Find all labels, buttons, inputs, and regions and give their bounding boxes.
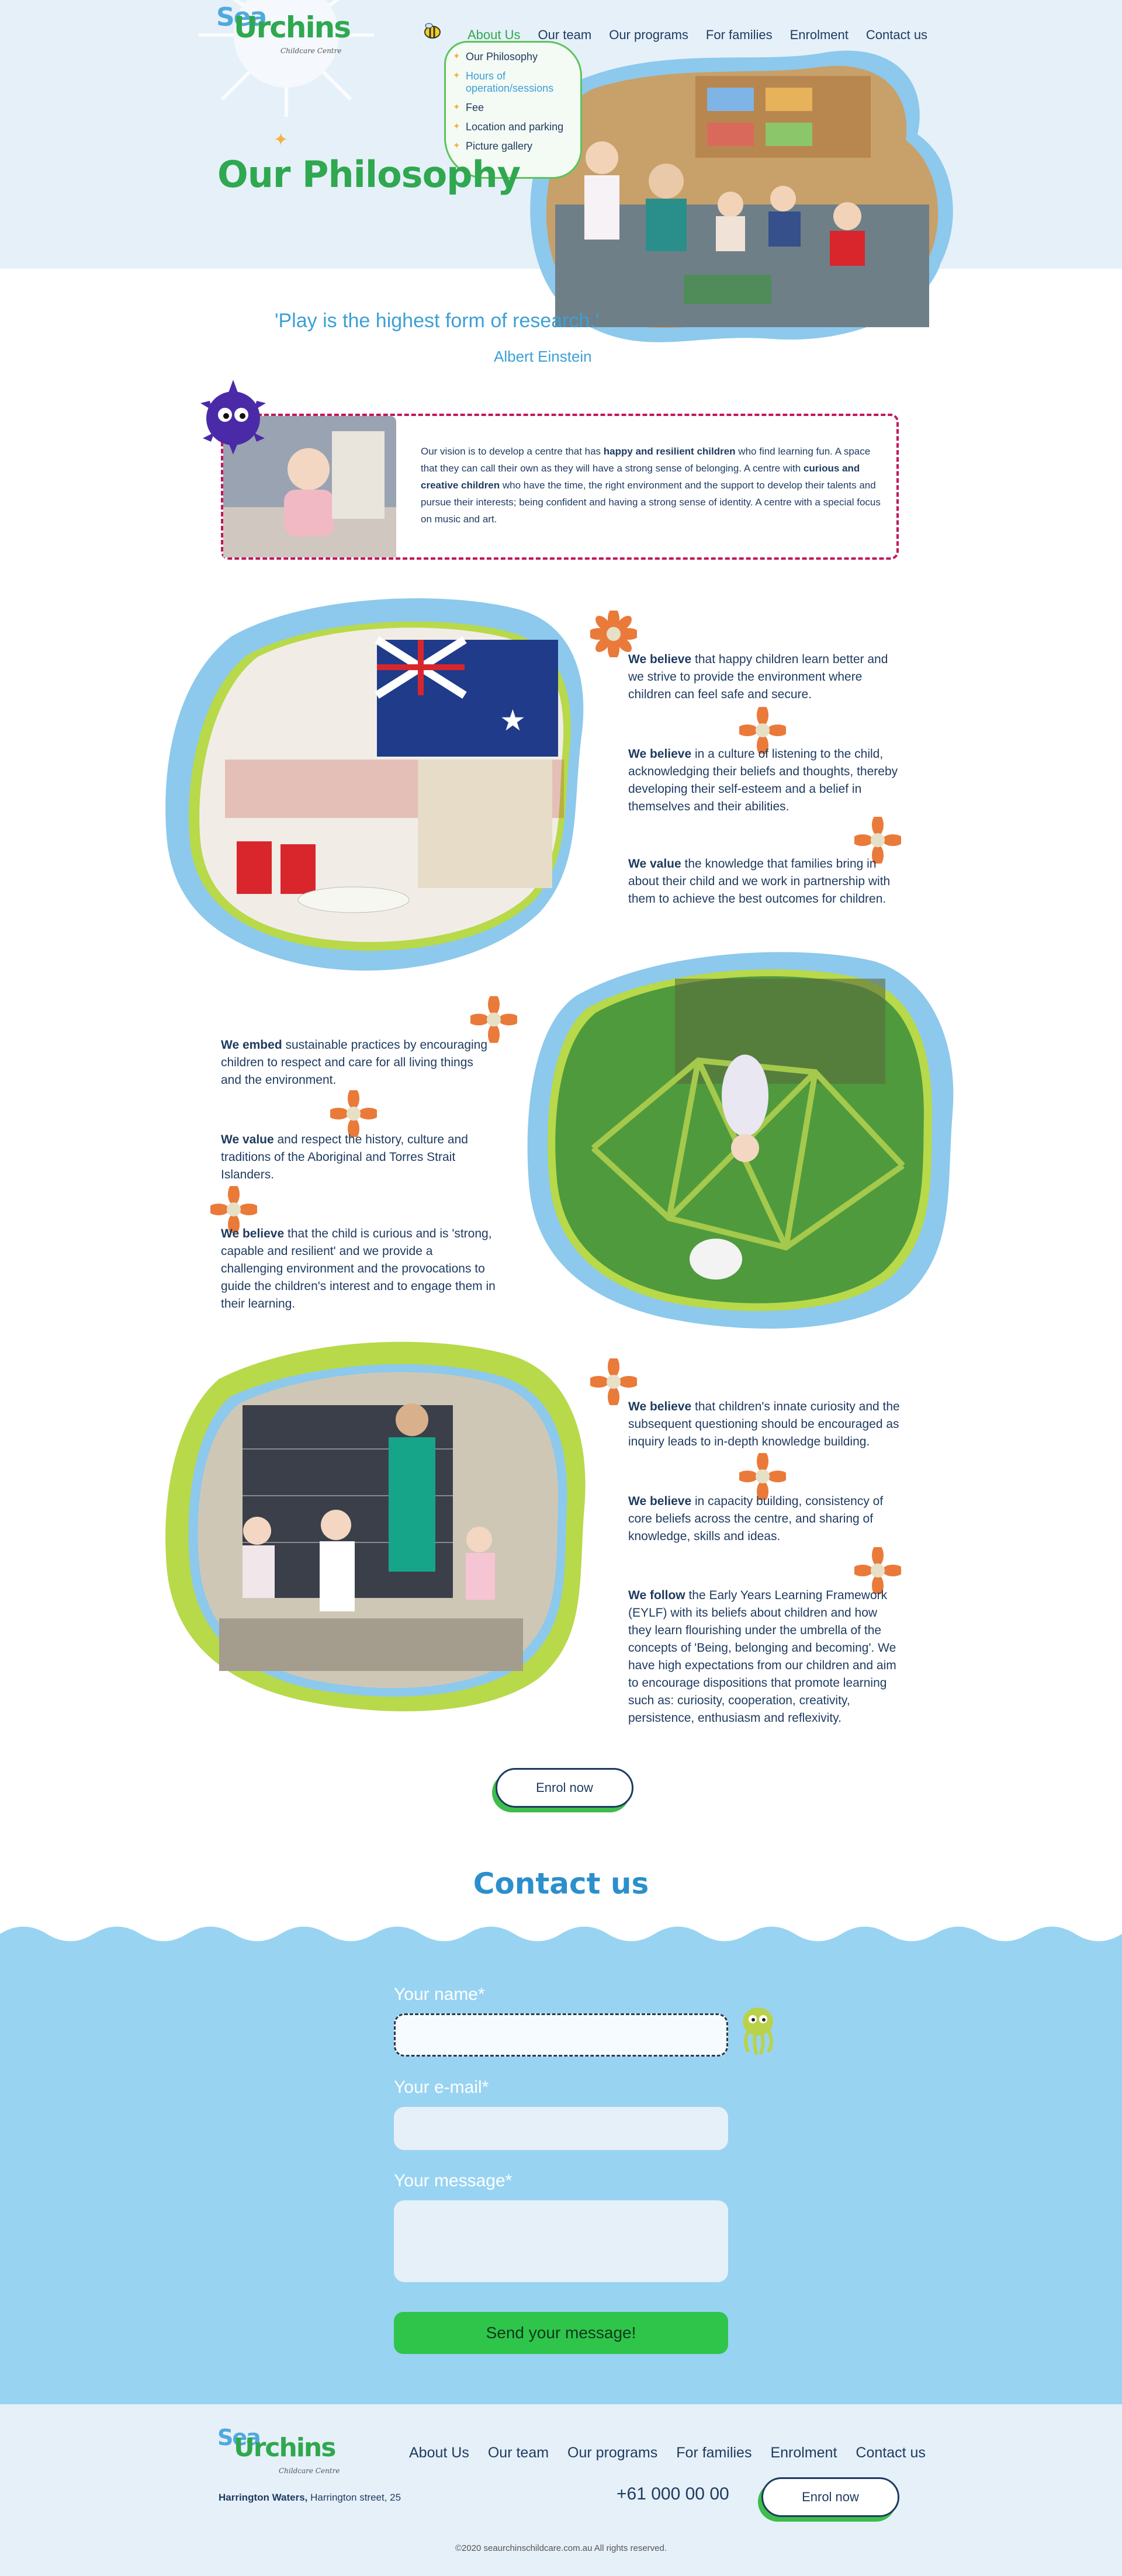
quote-author: Albert Einstein	[494, 348, 592, 365]
belief-lead: We value	[628, 857, 681, 871]
dropdown-item-hours[interactable]: Hours of operation/sessions	[453, 67, 573, 98]
footer-nav-our-programs[interactable]: Our programs	[567, 2445, 657, 2461]
footer-logo-urchins-text: Urchins	[234, 2433, 336, 2463]
vision-text-bold: happy and resilient children	[603, 446, 736, 457]
photo-classroom-flag: ★	[165, 598, 584, 971]
belief-paragraph: We value and respect the history, cultur…	[221, 1131, 496, 1184]
copyright-text: ©2020 seaurchinschildcare.com.au All rig…	[455, 2543, 667, 2553]
svg-text:★: ★	[500, 703, 526, 737]
belief-paragraph: We value the knowledge that families bri…	[628, 855, 903, 908]
footer-nav-for-families[interactable]: For families	[676, 2445, 752, 2461]
belief-lead: We believe	[628, 1495, 692, 1508]
vision-text-part: Our vision is to develop a centre that h…	[421, 446, 604, 457]
page-title: Our Philosophy	[217, 153, 521, 196]
footer-address: Harrington Waters, Harrington street, 25	[219, 2492, 401, 2504]
message-textarea[interactable]	[394, 2200, 728, 2282]
footer-nav: About Us Our team Our programs For famil…	[409, 2445, 926, 2461]
bee-icon	[424, 23, 441, 39]
green-octopus-icon	[743, 2008, 773, 2055]
sparkle-icon: ✦	[273, 130, 289, 150]
belief-paragraph: We embed sustainable practices by encour…	[221, 1036, 496, 1089]
flower-icon	[590, 611, 637, 657]
belief-text: the Early Years Learning Framework (EYLF…	[628, 1589, 896, 1725]
contact-title: Contact us	[473, 1867, 649, 1901]
belief-lead: We believe	[628, 747, 692, 761]
belief-lead: We value	[221, 1133, 274, 1146]
belief-paragraph: We follow the Early Years Learning Frame…	[628, 1587, 903, 1727]
dropdown-item-location[interactable]: Location and parking	[453, 117, 573, 137]
footer-nav-about-us[interactable]: About Us	[409, 2445, 469, 2461]
belief-lead: We embed	[221, 1038, 282, 1052]
belief-paragraph: We believe in capacity building, consist…	[628, 1493, 903, 1545]
send-message-button[interactable]: Send your message!	[394, 2312, 728, 2354]
email-label: Your e-mail*	[394, 2078, 489, 2097]
footer-enrol-now-button[interactable]: Enrol now	[761, 2477, 899, 2517]
photo-children-with-teacher	[165, 1341, 586, 1712]
footer-logo[interactable]: Sea Urchins Childcare Centre	[217, 2425, 346, 2477]
photo-child-climbing	[527, 952, 954, 1329]
name-label: Your name*	[394, 1985, 485, 2004]
dropdown-item-our-philosophy[interactable]: Our Philosophy	[453, 47, 573, 67]
wave-divider	[0, 1919, 1122, 1941]
belief-lead: We believe	[628, 653, 692, 666]
purple-monster-icon	[200, 380, 266, 455]
flower-icon	[330, 1090, 377, 1137]
footer-address-street: Harrington street, 25	[307, 2492, 401, 2503]
footer-nav-contact-us[interactable]: Contact us	[856, 2445, 926, 2461]
dropdown-item-fee[interactable]: Fee	[453, 98, 573, 117]
footer-nav-our-team[interactable]: Our team	[488, 2445, 549, 2461]
belief-lead: We follow	[628, 1589, 685, 1602]
hero-photo-classroom	[530, 50, 953, 342]
logo[interactable]: Sea Urchins Childcare Centre	[216, 2, 351, 61]
belief-paragraph: We believe that children's innate curios…	[628, 1398, 903, 1451]
belief-paragraph: We believe that the child is curious and…	[221, 1225, 496, 1313]
logo-subtitle: Childcare Centre	[280, 47, 342, 55]
logo-urchins-text: Urchins	[234, 11, 351, 44]
enrol-now-button[interactable]: Enrol now	[496, 1768, 633, 1808]
footer-logo-subtitle: Childcare Centre	[279, 2467, 340, 2475]
quote-text: 'Play is the highest form of research.'	[275, 310, 600, 332]
name-input[interactable]	[394, 2013, 728, 2057]
flower-icon	[470, 996, 517, 1043]
vision-text: Our vision is to develop a centre that h…	[421, 443, 888, 528]
message-label: Your message*	[394, 2171, 512, 2190]
belief-lead: We believe	[221, 1227, 285, 1240]
footer-phone[interactable]: +61 000 00 00	[617, 2484, 729, 2504]
footer-nav-enrolment[interactable]: Enrolment	[770, 2445, 837, 2461]
belief-paragraph: We believe that happy children learn bet…	[628, 651, 903, 703]
email-input[interactable]	[394, 2107, 728, 2150]
footer-address-suburb: Harrington Waters,	[219, 2492, 308, 2503]
belief-lead: We believe	[628, 1400, 692, 1413]
belief-paragraph: We believe in a culture of listening to …	[628, 746, 903, 816]
